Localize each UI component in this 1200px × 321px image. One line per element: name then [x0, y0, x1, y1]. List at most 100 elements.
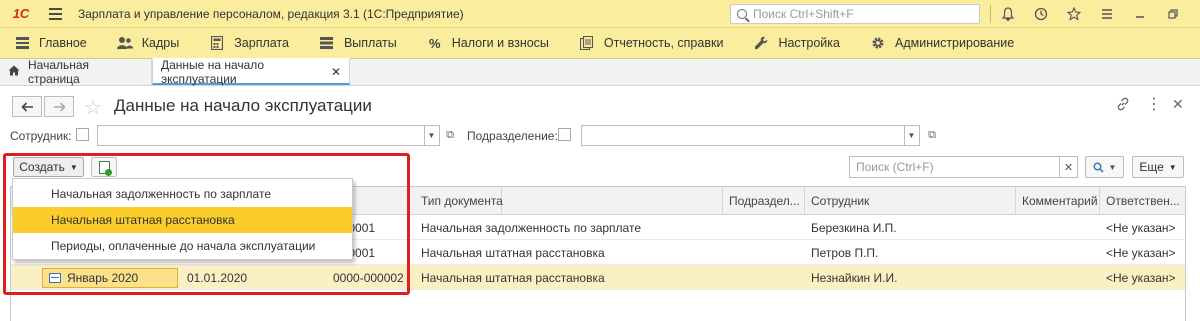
forward-button[interactable] — [44, 96, 74, 117]
sections-panel: Главное Кадры Зарплата Выплаты % Налоги … — [0, 28, 1200, 59]
chevron-down-icon: ▼ — [1168, 162, 1177, 172]
cell-type: Начальная штатная расстановка — [421, 270, 605, 285]
employee-filter-field[interactable] — [97, 125, 425, 146]
section-label: Отчетность, справки — [603, 36, 724, 50]
column-header-department[interactable]: Подраздел... — [723, 187, 805, 215]
tab-initial-data[interactable]: Данные на начало эксплуатации ✕ — [152, 57, 350, 86]
section-label: Зарплата — [234, 36, 289, 50]
cell-date: 01.01.2020 — [187, 270, 248, 285]
1c-logo: 1С — [12, 6, 30, 21]
close-form-icon[interactable]: ✕ — [1172, 96, 1184, 113]
global-search-placeholder: Поиск Ctrl+Shift+F — [753, 7, 854, 21]
percent-icon: % — [428, 35, 441, 51]
more-label: Еще — [1139, 160, 1164, 174]
cell-type: Начальная задолженность по зарплате — [421, 220, 641, 235]
reports-icon — [579, 35, 595, 51]
section-label: Кадры — [141, 36, 180, 50]
home-icon — [8, 65, 20, 79]
global-search-input[interactable]: Поиск Ctrl+Shift+F — [730, 4, 980, 24]
column-header-responsible[interactable]: Ответствен... — [1100, 187, 1185, 215]
section-label: Выплаты — [343, 36, 397, 50]
list-search-input[interactable]: Поиск (Ctrl+F) ✕ — [849, 156, 1078, 178]
title-bar: 1С Зарплата и управление персоналом, ред… — [0, 0, 1200, 28]
cell-responsible: <Не указан> — [1106, 220, 1176, 235]
app-title: Зарплата и управление персоналом, редакц… — [78, 6, 464, 21]
gear-icon — [870, 35, 886, 51]
section-reports[interactable]: Отчетность, справки — [579, 35, 724, 51]
menu-icon[interactable] — [1090, 0, 1123, 28]
search-button[interactable]: ▼ — [1085, 156, 1124, 178]
close-icon[interactable] — [1189, 0, 1200, 28]
section-label: Главное — [39, 36, 87, 50]
employee-open-icon[interactable]: ⧉ — [442, 126, 458, 145]
create-button[interactable]: Создать ▼ — [13, 157, 84, 177]
department-dropdown-icon[interactable]: ▼ — [904, 125, 920, 146]
menu-item-paid-periods[interactable]: Периоды, оплаченные до начала эксплуатац… — [13, 233, 352, 259]
department-filter-field[interactable] — [581, 125, 905, 146]
wrench-icon — [753, 35, 769, 51]
department-filter-checkbox[interactable] — [558, 128, 571, 141]
department-filter-label: Подразделение: — [467, 129, 558, 143]
section-salary[interactable]: Зарплата — [209, 35, 289, 51]
employee-filter-checkbox[interactable] — [76, 128, 89, 141]
load-data-button[interactable] — [91, 157, 117, 177]
section-main[interactable]: Главное — [14, 35, 87, 51]
chevron-down-icon: ▼ — [69, 162, 78, 172]
create-dropdown-menu: Начальная задолженность по зарплате Нача… — [12, 178, 353, 260]
section-label: Налоги и взносы — [451, 36, 549, 50]
favorite-star-icon[interactable]: ☆ — [84, 95, 102, 120]
cell-type: Начальная штатная расстановка — [421, 245, 605, 260]
list-search-placeholder: Поиск (Ctrl+F) — [856, 160, 934, 174]
period-value: Январь 2020 — [67, 271, 139, 285]
menu-item-initial-staffing[interactable]: Начальная штатная расстановка — [13, 207, 352, 233]
search-icon — [737, 9, 747, 19]
section-payments[interactable]: Выплаты — [319, 35, 397, 51]
section-hr[interactable]: Кадры — [116, 35, 180, 51]
list-icon — [319, 35, 335, 51]
bars-icon — [14, 35, 30, 51]
section-label: Настройка — [778, 36, 840, 50]
link-icon[interactable] — [1116, 97, 1130, 114]
create-label: Создать — [19, 160, 65, 174]
section-administration[interactable]: Администрирование — [870, 35, 1014, 51]
bell-icon[interactable] — [991, 0, 1024, 28]
tab-home[interactable]: Начальная страница — [0, 57, 152, 86]
cell-employee: Березкина И.П. — [811, 220, 897, 235]
minimize-icon[interactable] — [1123, 0, 1156, 28]
section-taxes[interactable]: % Налоги и взносы — [427, 35, 549, 51]
section-settings[interactable]: Настройка — [753, 35, 840, 51]
column-header-employee[interactable]: Сотрудник — [805, 187, 1016, 215]
more-vertical-icon[interactable]: ⋮ — [1146, 94, 1162, 114]
cell-responsible: <Не указан> — [1106, 270, 1176, 285]
chevron-down-icon: ▼ — [1108, 162, 1117, 172]
close-tab-icon[interactable]: ✕ — [331, 65, 341, 79]
employee-filter-label: Сотрудник: — [10, 129, 72, 143]
restore-icon[interactable] — [1156, 0, 1189, 28]
cell-employee: Незнайкин И.И. — [811, 270, 898, 285]
column-header-comment[interactable]: Комментарий — [1016, 187, 1100, 215]
open-windows-bar: Начальная страница Данные на начало эксп… — [0, 57, 1200, 86]
cell-employee: Петров П.П. — [811, 245, 879, 260]
menu-item-initial-salary-debt[interactable]: Начальная задолженность по зарплате — [13, 181, 352, 207]
document-add-icon — [98, 160, 112, 176]
department-open-icon[interactable]: ⧉ — [924, 126, 940, 145]
star-icon[interactable] — [1057, 0, 1090, 28]
history-icon[interactable] — [1024, 0, 1057, 28]
document-icon — [49, 273, 61, 283]
people-icon — [116, 35, 133, 51]
section-label: Администрирование — [894, 36, 1015, 50]
more-button[interactable]: Еще ▼ — [1132, 156, 1184, 178]
main-menu-icon[interactable] — [42, 0, 68, 28]
employee-dropdown-icon[interactable]: ▼ — [424, 125, 440, 146]
cell-period[interactable]: Январь 2020 — [42, 268, 178, 288]
column-header-type[interactable]: Тип документа — [415, 187, 723, 215]
cell-responsible: <Не указан> — [1106, 245, 1176, 260]
back-button[interactable] — [12, 96, 42, 117]
clear-search-icon[interactable]: ✕ — [1059, 157, 1077, 177]
page-title: Данные на начало эксплуатации — [114, 96, 372, 115]
calculator-icon — [209, 35, 225, 51]
table-row-selected[interactable]: Январь 2020 01.01.2020 0000-000002 Начал… — [11, 265, 1185, 290]
tab-label: Начальная страница — [28, 57, 90, 86]
tab-label: Данные на начало эксплуатации — [161, 57, 265, 86]
cell-number: 0000-000002 — [333, 270, 404, 285]
